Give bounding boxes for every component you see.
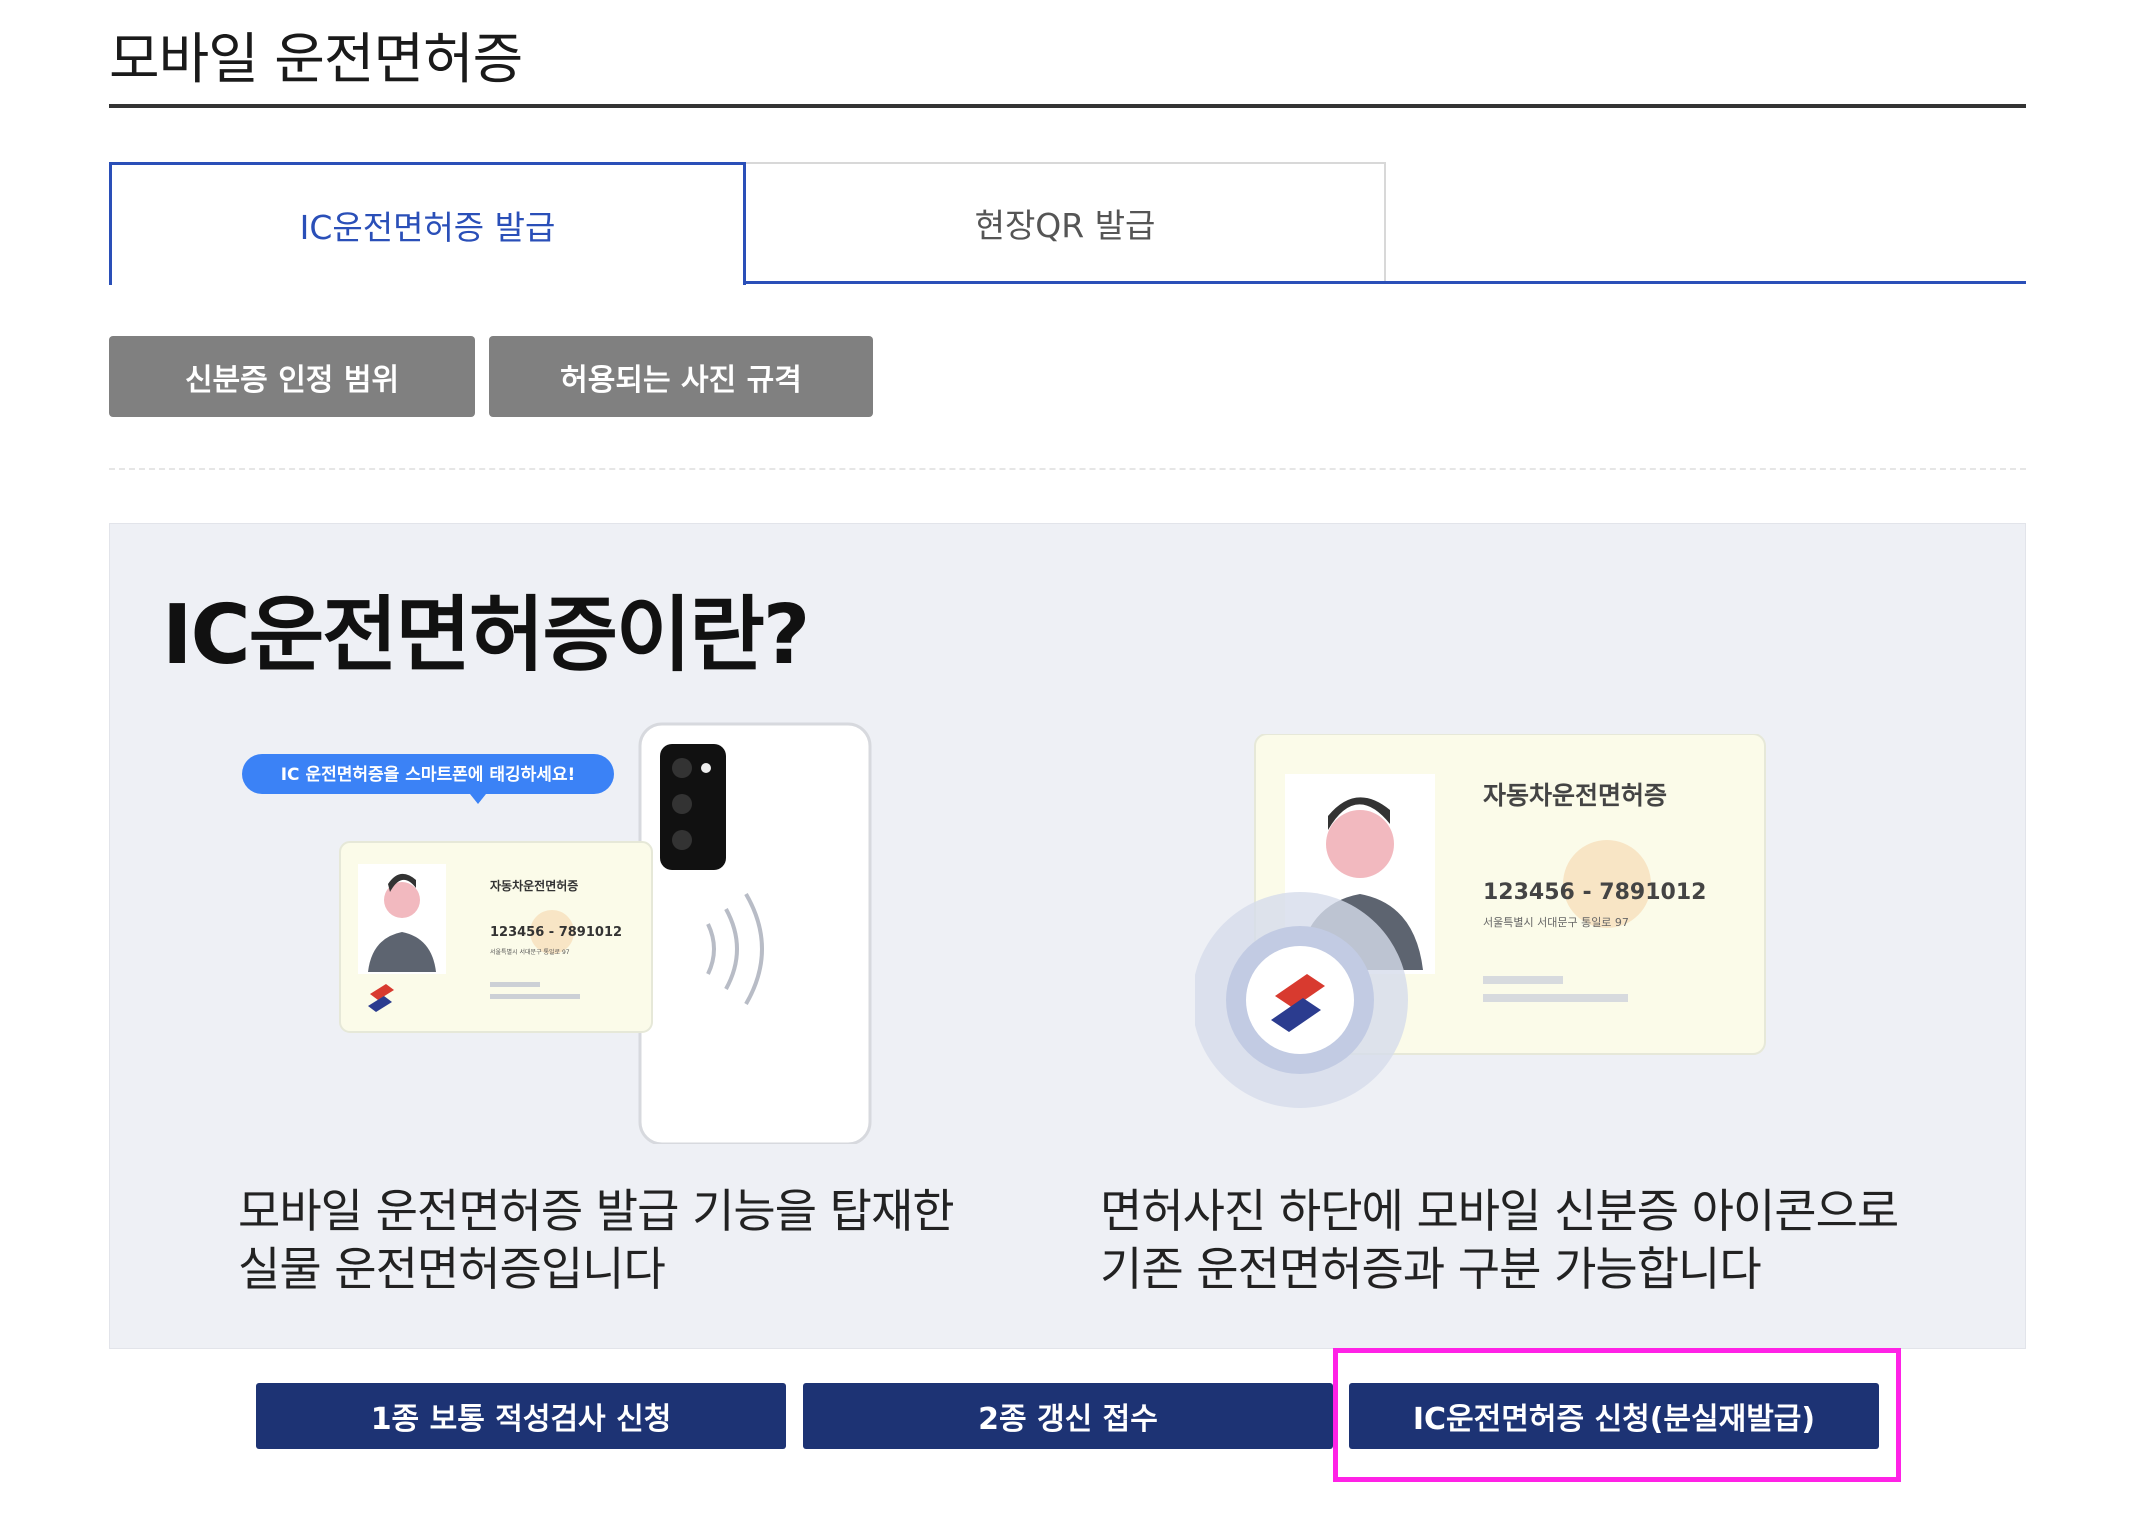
tab-bar: IC운전면허증 발급 현장QR 발급 <box>109 162 2026 285</box>
right-caption-line-2: 기존 운전면허증과 구분 가능합니다 <box>1100 1242 1762 1296</box>
tag-hint-bubble: IC 운전면허증을 스마트폰에 태깅하세요! <box>242 754 614 804</box>
renewal-apply-button[interactable]: 2종 갱신 접수 <box>803 1383 1333 1449</box>
left-caption: 모바일 운전면허증 발급 기능을 탑재한 실물 운전면허증입니다 <box>238 1182 955 1298</box>
tab-onsite-qr-issue[interactable]: 현장QR 발급 <box>746 162 1386 281</box>
page-title: 모바일 운전면허증 <box>109 27 523 91</box>
license-card-illustration: 자동차운전면허증 123456 - 7891012 서울특별시 서대문구 통일로… <box>1192 733 1915 1134</box>
info-heading: IC운전면허증이란? <box>162 588 810 683</box>
svg-text:서울특별시 서대문구 통일로 97: 서울특별시 서대문구 통일로 97 <box>1483 915 1629 929</box>
bubble-text: IC 운전면허증을 스마트폰에 태깅하세요! <box>281 765 576 785</box>
tab-label: 현장QR 발급 <box>974 205 1156 245</box>
license-card-small: 자동차운전면허증 123456 - 7891012 서울특별시 서대문구 통일로… <box>339 841 653 1033</box>
phone-tagging-illustration: IC 운전면허증을 스마트폰에 태깅하세요! 자동차운전면허증 123456 -… <box>240 714 880 1146</box>
svg-text:123456 - 7891012: 123456 - 7891012 <box>1483 880 1706 905</box>
right-caption-line-1: 면허사진 하단에 모바일 신분증 아이콘으로 <box>1100 1184 1899 1238</box>
svg-text:자동차운전면허증: 자동차운전면허증 <box>490 878 578 893</box>
ic-license-info-panel: IC운전면허증이란? IC 운전면허증을 스마트폰에 태깅하세요! 자동차운전면… <box>109 523 2026 1349</box>
smartphone-image <box>638 722 872 1146</box>
right-caption: 면허사진 하단에 모바일 신분증 아이콘으로 기존 운전면허증과 구분 가능합니… <box>1100 1182 1899 1298</box>
tab-label: IC운전면허증 발급 <box>299 208 556 247</box>
section-divider <box>109 468 2026 470</box>
photo-spec-button[interactable]: 허용되는 사진 규격 <box>489 336 873 417</box>
id-scope-button[interactable]: 신분증 인정 범위 <box>109 336 475 417</box>
svg-text:자동차운전면허증: 자동차운전면허증 <box>1483 781 1667 810</box>
aptitude-test-apply-button[interactable]: 1종 보통 적성검사 신청 <box>256 1383 786 1449</box>
highlight-box <box>1333 1348 1901 1482</box>
mobile-id-badge-icon <box>1192 892 1408 1108</box>
svg-text:123456 - 7891012: 123456 - 7891012 <box>490 925 622 940</box>
left-caption-line-1: 모바일 운전면허증 발급 기능을 탑재한 <box>238 1184 955 1238</box>
left-caption-line-2: 실물 운전면허증입니다 <box>238 1242 666 1296</box>
tab-ic-license-issue[interactable]: IC운전면허증 발급 <box>109 162 746 285</box>
svg-text:서울특별시 서대문구 통일로 97: 서울특별시 서대문구 통일로 97 <box>490 948 570 956</box>
title-divider <box>109 104 2026 108</box>
